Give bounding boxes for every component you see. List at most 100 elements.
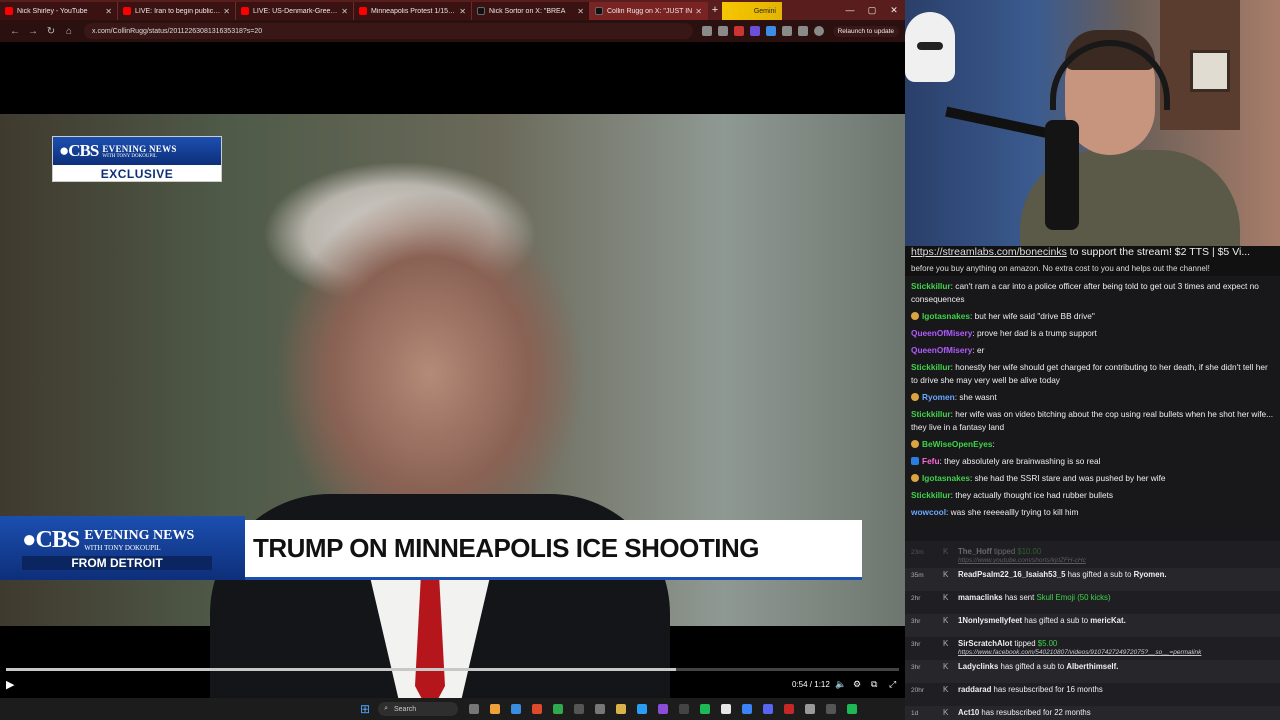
file-explorer-icon[interactable] (490, 704, 501, 714)
gift-recipient[interactable]: mericKat. (1090, 616, 1126, 625)
window-controls: — ▢ ✕ (839, 5, 905, 16)
gift-recipient[interactable]: Alberthimself. (1066, 662, 1118, 671)
app-icon[interactable] (595, 704, 606, 714)
chat-username[interactable]: Stickkillur (911, 362, 951, 372)
chat-username[interactable]: QueenOfMisery (911, 345, 972, 355)
app-icon[interactable] (826, 704, 837, 714)
pip-icon[interactable]: ⧉ (871, 679, 877, 690)
tab-minneapolis-protest[interactable]: Minneapolis Protest 1/15 - You✕ (354, 2, 472, 20)
reload-icon[interactable]: ↻ (42, 26, 60, 37)
chat-username[interactable]: QueenOfMisery (911, 328, 972, 338)
profile-avatar-icon[interactable] (813, 26, 824, 36)
maximize-icon[interactable]: ▢ (861, 5, 883, 16)
tab-collin-rugg[interactable]: Collin Rugg on X: "JUST IN ✕ (590, 2, 708, 20)
play-icon[interactable]: ▶ (6, 678, 14, 691)
close-tab-icon[interactable]: ✕ (223, 7, 230, 16)
gift-recipient[interactable]: Ryomen. (1134, 570, 1167, 579)
folder-icon[interactable] (616, 704, 627, 714)
volume-icon[interactable]: 🔈 (835, 679, 846, 690)
extension-icon[interactable] (749, 26, 760, 36)
app-icon[interactable] (742, 704, 753, 714)
back-icon[interactable]: ← (6, 26, 24, 37)
close-tab-icon[interactable]: ✕ (105, 7, 112, 16)
gemini-button[interactable]: Gemini (722, 2, 782, 20)
event-username[interactable]: mamaclinks (958, 593, 1003, 602)
windows-start-icon[interactable]: ⊞ (360, 702, 370, 716)
event-username[interactable]: raddarad (958, 685, 991, 694)
tip-link[interactable]: https://www.youtube.com/shorts/kjrlZFH-c… (958, 557, 1274, 564)
event-username[interactable]: Ladyclinks (958, 662, 998, 671)
chat-username[interactable]: Stickkillur (911, 281, 951, 291)
event-username[interactable]: 1Nonlysmellyfeet (958, 616, 1022, 625)
event-username[interactable]: ReadPsalm22_16_Isaiah53_5 (958, 570, 1066, 579)
home-icon[interactable]: ⌂ (60, 26, 78, 37)
chat-text: was she reeeeallly trying to kill him (950, 507, 1079, 517)
close-tab-icon[interactable]: ✕ (695, 7, 702, 16)
app-icon[interactable] (658, 704, 669, 714)
settings-gear-icon[interactable]: ⚙ (853, 679, 861, 690)
taskbar-search[interactable]: ⌕ Search (378, 702, 459, 716)
tab-nick-sortor[interactable]: Nick Sortor on X: "BREA ✕ (472, 2, 590, 20)
kicks-gift: Skull Emoji (50 kicks) (1036, 593, 1111, 602)
chrome-icon[interactable] (553, 704, 564, 714)
sidebar-icon[interactable] (797, 26, 808, 36)
app-icon[interactable] (574, 704, 585, 714)
telegram-icon[interactable] (637, 704, 648, 714)
url-field[interactable]: x.com/CollinRugg/status/2011226308131635… (84, 23, 693, 39)
close-window-icon[interactable]: ✕ (883, 5, 905, 16)
chat-message: Stickkillur: can't ram a car into a poli… (911, 280, 1276, 306)
tab-youtube-nick-shirley[interactable]: Nick Shirley - YouTube ✕ (0, 2, 118, 20)
chat-username[interactable]: Stickkillur (911, 490, 951, 500)
new-tab-button[interactable]: + (708, 4, 722, 16)
event-text: SirScratchAlot tipped $5.00 https://www.f… (958, 639, 1274, 656)
video-player[interactable]: ●CBS EVENING NEWS WITH TONY DOKOUPIL EXC… (0, 42, 905, 698)
tip-link[interactable]: https://www.facebook.com/540210807/video… (958, 649, 1274, 656)
relaunch-button[interactable]: Relaunch to update (832, 25, 899, 37)
kick-icon[interactable] (847, 704, 858, 714)
chat-username[interactable]: Igotasnakes (922, 473, 970, 483)
task-view-icon[interactable] (469, 704, 480, 714)
app-icon[interactable] (805, 704, 816, 714)
app-icon[interactable] (721, 704, 732, 714)
event-username[interactable]: Act10 (958, 708, 979, 717)
extension-icon[interactable] (765, 26, 776, 36)
spotify-icon[interactable] (700, 704, 711, 714)
mic-arm (945, 106, 1055, 140)
obs-icon[interactable] (679, 704, 690, 714)
user-badge-icon (911, 440, 919, 448)
bookmark-star-icon[interactable] (717, 26, 728, 36)
discord-icon[interactable] (763, 704, 774, 714)
event-username[interactable]: The_Hoff (958, 547, 992, 556)
kick-icon: K (943, 570, 949, 579)
chat-username[interactable]: Fefu (922, 456, 940, 466)
event-username[interactable]: SirScratchAlot (958, 639, 1012, 648)
youtube-icon (241, 7, 249, 15)
chat-username[interactable]: wowcool (911, 507, 946, 517)
forward-icon[interactable]: → (24, 26, 42, 37)
chat-message: QueenOfMisery: prove her dad is a trump … (911, 327, 1276, 340)
edge-icon[interactable] (511, 704, 522, 714)
event-row: 20hr Kraddarad has resubscribed for 16 mo… (905, 683, 1280, 706)
chat-username[interactable]: Igotasnakes (922, 311, 970, 321)
app-icon[interactable] (784, 704, 795, 714)
streamlabs-link[interactable]: https://streamlabs.com/bonecinks (911, 246, 1067, 258)
chat-username[interactable]: Ryomen (922, 392, 955, 402)
close-tab-icon[interactable]: ✕ (341, 7, 348, 16)
chat-username[interactable]: BeWiseOpenEyes (922, 439, 992, 449)
close-tab-icon[interactable]: ✕ (459, 7, 466, 16)
tab-live-greenland[interactable]: LIVE: US-Denmark-Greenland d✕ (236, 2, 354, 20)
minimize-icon[interactable]: — (839, 5, 861, 16)
event-feed: 23m K The_Hoff tipped $10.00 https://www.yo… (905, 541, 1280, 720)
event-text: Ladyclinks has gifted a sub to Alberthim… (958, 662, 1274, 671)
progress-bar[interactable] (6, 668, 899, 671)
puzzle-icon[interactable] (781, 26, 792, 36)
event-age: 23m (911, 549, 924, 556)
tab-live-iran[interactable]: LIVE: Iran to begin public exe ✕ (118, 2, 236, 20)
install-icon[interactable] (701, 26, 712, 36)
fullscreen-icon[interactable]: ⤢ (889, 679, 896, 690)
extension-icon[interactable] (733, 26, 744, 36)
chrome-icon[interactable] (532, 704, 543, 714)
chat-username[interactable]: Stickkillur (911, 409, 951, 419)
close-tab-icon[interactable]: ✕ (577, 7, 584, 16)
tip-amount: $5.00 (1037, 639, 1058, 648)
